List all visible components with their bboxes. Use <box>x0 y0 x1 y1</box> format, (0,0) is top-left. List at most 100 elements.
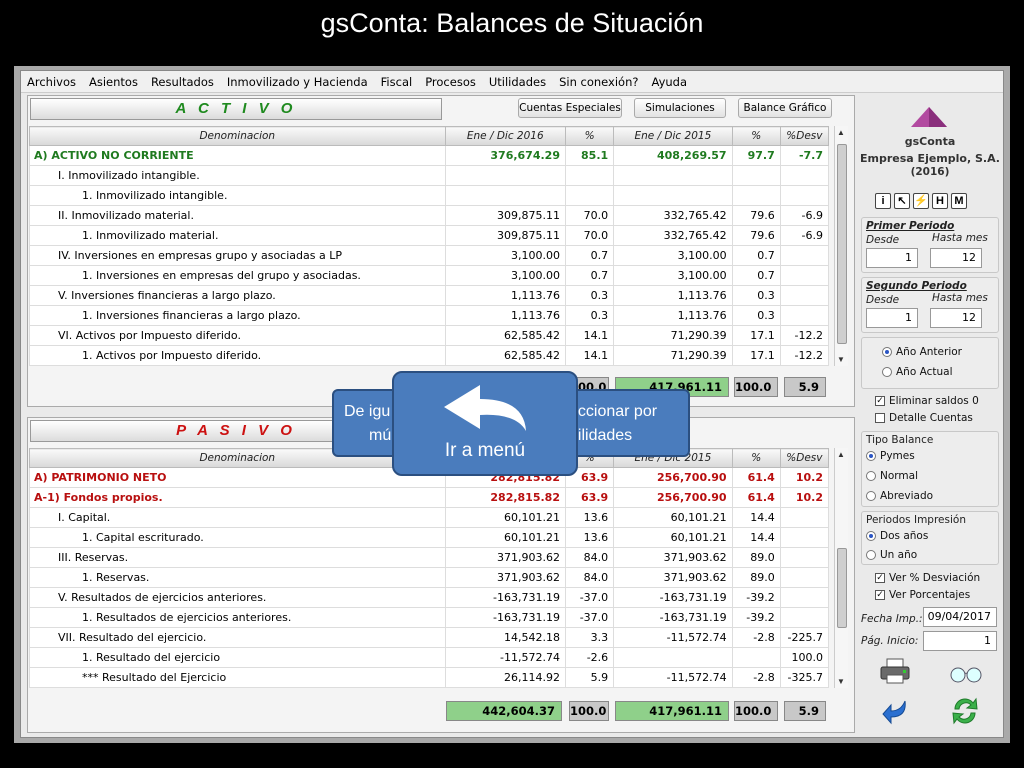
simulaciones-button[interactable]: Simulaciones <box>634 98 726 118</box>
scroll-thumb[interactable] <box>837 548 847 628</box>
menu-item-inmovilizado-y-hacienda[interactable]: Inmovilizado y Hacienda <box>227 75 368 89</box>
table-row[interactable]: 1. Activos por Impuesto diferido. 62,585.… <box>29 345 830 366</box>
h-icon[interactable]: H <box>932 193 948 209</box>
menu-item-archivos[interactable]: Archivos <box>27 75 76 89</box>
ver-porcentajes-checkbox[interactable]: ✓ Ver Porcentajes <box>875 589 970 601</box>
row-value: 10.2 <box>779 467 830 488</box>
row-value: 60,101.21 <box>444 527 566 548</box>
p2-hasta-input[interactable]: 12 <box>930 308 982 328</box>
un-anio-radio[interactable]: Un año <box>866 549 917 561</box>
table-row[interactable]: 1. Resultados de ejercicios anteriores. -… <box>29 607 830 628</box>
table-row[interactable]: II. Inmovilizado material. 309,875.11 70.0… <box>29 205 830 226</box>
row-value <box>779 527 830 548</box>
balance-grafico-button[interactable]: Balance Gráfico <box>738 98 832 118</box>
table-row[interactable]: V. Inversiones financieras a largo plazo… <box>29 285 830 306</box>
fecha-imp-input[interactable]: 09/04/2017 <box>923 607 997 627</box>
ir-a-menu-button[interactable]: Ir a menú <box>392 371 578 476</box>
row-value <box>444 185 566 206</box>
table-row[interactable]: 1. Capital escriturado. 60,101.21 13.6 60,1… <box>29 527 830 548</box>
row-value <box>731 165 781 186</box>
table-row[interactable]: I. Capital. 60,101.21 13.6 60,101.21 14.4 <box>29 507 830 528</box>
scroll-up-icon[interactable]: ▲ <box>837 450 845 459</box>
table-row[interactable]: 1. Inmovilizado intangible. <box>29 185 830 206</box>
radio-selected-icon[interactable] <box>882 347 892 357</box>
pymes-radio[interactable]: Pymes <box>866 450 915 462</box>
menu-item-asientos[interactable]: Asientos <box>89 75 138 89</box>
column-header[interactable]: Ene / Dic 2015 <box>613 126 733 146</box>
row-value: 60,101.21 <box>613 507 733 528</box>
p1-hasta-input[interactable]: 12 <box>930 248 982 268</box>
scroll-thumb[interactable] <box>837 144 847 344</box>
eliminar-saldos-checkbox[interactable]: ✓ Eliminar saldos 0 <box>875 395 979 407</box>
radio-icon[interactable] <box>866 550 876 560</box>
table-row[interactable]: III. Reservas. 371,903.62 84.0 371,903.62 89… <box>29 547 830 568</box>
lightning-icon[interactable]: ⚡ <box>913 193 929 209</box>
radio-icon[interactable] <box>866 471 876 481</box>
anio-anterior-radio[interactable]: Año Anterior <box>882 346 962 358</box>
menu-item-procesos[interactable]: Procesos <box>425 75 476 89</box>
row-denominacion: 1. Capital escriturado. <box>29 527 446 548</box>
back-arrow-icon[interactable] <box>881 697 911 727</box>
check-icon[interactable]: ✓ <box>875 573 885 583</box>
table-row[interactable]: IV. Inversiones en empresas grupo y asoc… <box>29 245 830 266</box>
table-row[interactable]: I. Inmovilizado intangible. <box>29 165 830 186</box>
row-value: 0.3 <box>731 305 781 326</box>
abreviado-radio[interactable]: Abreviado <box>866 490 933 502</box>
row-value: 3,100.00 <box>613 245 733 266</box>
menu-item-sin-conexi-n[interactable]: Sin conexión? <box>559 75 638 89</box>
radio-icon[interactable] <box>866 491 876 501</box>
printer-icon[interactable] <box>879 657 911 685</box>
m-icon[interactable]: M <box>951 193 967 209</box>
anio-actual-radio[interactable]: Año Actual <box>882 366 953 378</box>
dos-anios-radio[interactable]: Dos años <box>866 530 928 542</box>
ver-desviacion-checkbox[interactable]: ✓ Ver % Desviación <box>875 572 980 584</box>
table-row[interactable]: A) ACTIVO NO CORRIENTE 376,674.29 85.1 408,… <box>29 145 830 166</box>
column-header[interactable]: Denominacion <box>29 126 446 146</box>
column-header[interactable]: % <box>731 126 781 146</box>
table-row[interactable]: 1. Reservas. 371,903.62 84.0 371,903.62 89.0 <box>29 567 830 588</box>
table-row[interactable]: 1. Inmovilizado material. 309,875.11 70.0 3… <box>29 225 830 246</box>
detalle-cuentas-checkbox[interactable]: Detalle Cuentas <box>875 412 973 424</box>
column-header[interactable]: %Desv <box>779 126 830 146</box>
table-row[interactable]: V. Resultados de ejercicios anteriores. -… <box>29 587 830 608</box>
pointer-icon[interactable]: ↖ <box>894 193 910 209</box>
cuentas-especiales-button[interactable]: Cuentas Especiales <box>518 98 622 118</box>
menu-item-fiscal[interactable]: Fiscal <box>381 75 413 89</box>
table-row[interactable]: 1. Inversiones en empresas del grupo y a… <box>29 265 830 286</box>
table-row[interactable]: VI. Activos por Impuesto diferido. 62,585… <box>29 325 830 346</box>
menu-item-resultados[interactable]: Resultados <box>151 75 214 89</box>
refresh-icon[interactable] <box>949 695 981 727</box>
info-icon[interactable]: i <box>875 193 891 209</box>
radio-selected-icon[interactable] <box>866 531 876 541</box>
column-header[interactable]: Ene / Dic 2016 <box>444 126 566 146</box>
pag-inicio-input[interactable]: 1 <box>923 631 997 651</box>
row-value: -11,572.74 <box>613 667 733 688</box>
activo-scrollbar[interactable]: ▲ ▼ <box>834 126 848 366</box>
table-row[interactable]: *** Resultado del Ejercicio 26,114.92 5.9-… <box>29 667 830 688</box>
row-value: 61.4 <box>731 467 781 488</box>
radio-selected-icon[interactable] <box>866 451 876 461</box>
menu-item-ayuda[interactable]: Ayuda <box>651 75 687 89</box>
table-row[interactable]: 1. Resultado del ejercicio -11,572.74 -2.6… <box>29 647 830 668</box>
column-header[interactable]: %Desv <box>779 448 830 468</box>
normal-radio[interactable]: Normal <box>866 470 918 482</box>
p2-desde-input[interactable]: 1 <box>866 308 918 328</box>
column-header[interactable]: % <box>564 126 615 146</box>
scroll-up-icon[interactable]: ▲ <box>837 128 845 137</box>
scroll-down-icon[interactable]: ▼ <box>837 355 845 364</box>
table-row[interactable]: VII. Resultado del ejercicio. 14,542.18 3.… <box>29 627 830 648</box>
radio-icon[interactable] <box>882 367 892 377</box>
check-icon[interactable]: ✓ <box>875 396 885 406</box>
scroll-down-icon[interactable]: ▼ <box>837 677 845 686</box>
p1-desde-input[interactable]: 1 <box>866 248 918 268</box>
glasses-icon[interactable] <box>949 661 983 685</box>
column-header[interactable]: % <box>731 448 781 468</box>
table-row[interactable]: 1. Inversiones financieras a largo plazo… <box>29 305 830 326</box>
checkbox-icon[interactable] <box>875 413 885 423</box>
row-value: -163,731.19 <box>613 607 733 628</box>
pasivo-scrollbar[interactable]: ▲ ▼ <box>834 448 848 688</box>
table-row[interactable]: A-1) Fondos propios. 282,815.82 63.9 256,70… <box>29 487 830 508</box>
menu-item-utilidades[interactable]: Utilidades <box>489 75 546 89</box>
row-value: 14.1 <box>564 345 615 366</box>
check-icon[interactable]: ✓ <box>875 590 885 600</box>
